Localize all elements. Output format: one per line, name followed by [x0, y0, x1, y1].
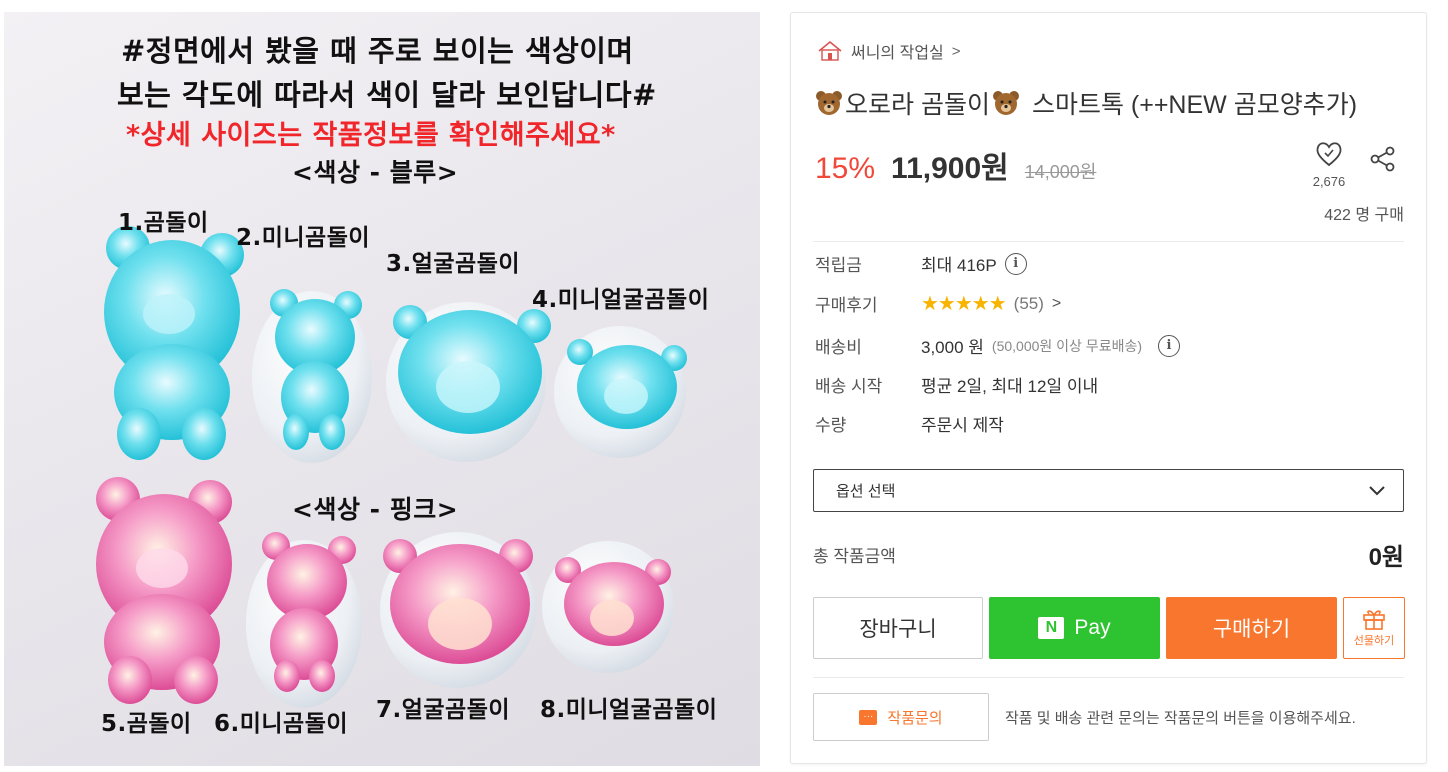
like-count: 2,676	[1312, 174, 1346, 189]
product-page: #정면에서 봤을 때 주로 보이는 색상이며 보는 각도에 따라서 색이 달라 …	[0, 0, 1448, 772]
chevron-down-icon	[1369, 485, 1385, 495]
points-value: 최대 416P	[921, 256, 997, 275]
photo-label-7: 7.얼굴곰돌이	[376, 697, 511, 723]
pink-bear-6	[246, 532, 362, 708]
photo-label-1: 1.곰돌이	[118, 210, 209, 236]
cart-button[interactable]: 장바구니	[813, 597, 983, 659]
product-title: 오로라 곰돌이 스마트톡 (++NEW 곰모양추가)	[815, 85, 1357, 121]
total-label: 총 작품금액	[813, 547, 896, 566]
photo-caption-line1: #정면에서 봤을 때 주로 보이는 색상이며	[121, 34, 634, 68]
review-count: (55)	[1013, 293, 1044, 313]
sale-price: 11,900원	[891, 152, 1009, 185]
option-select[interactable]: 옵션 선택	[813, 469, 1404, 512]
npay-label: Pay	[1074, 616, 1111, 639]
shop-link[interactable]: 써니의 작업실 >	[817, 39, 961, 63]
photo-label-3: 3.얼굴곰돌이	[386, 251, 521, 277]
info-label: 구매후기	[815, 296, 878, 315]
chevron-right-icon: >	[1051, 294, 1062, 312]
bear-face-icon	[816, 91, 842, 115]
info-icon[interactable]: i	[1158, 334, 1180, 357]
photo-caption-line2: 보는 각도에 따라서 색이 달라 보인답니다#	[117, 78, 657, 112]
free-shipping-note: (50,000원 이상 무료배송)	[991, 337, 1142, 354]
naver-n-icon: N	[1038, 617, 1065, 639]
photo-color-pink: <색상 - 핑크>	[292, 495, 459, 524]
price-row: 15% 11,900원 14,000원	[815, 143, 1096, 187]
chevron-right-icon: >	[951, 42, 961, 60]
review-link[interactable]: ★★★★★ (55) >	[921, 291, 1061, 316]
bear-face-icon	[992, 91, 1019, 115]
gift-button[interactable]: 선물하기	[1343, 597, 1405, 659]
inquiry-label: 작품문의	[887, 709, 943, 727]
inquiry-button[interactable]: ··· 작품문의	[813, 693, 989, 741]
original-price: 14,000원	[1024, 162, 1097, 182]
divider	[813, 677, 1404, 678]
total-row: 총 작품금액 0원	[813, 537, 1404, 572]
discount-rate: 15%	[815, 152, 876, 185]
blue-bear-2	[252, 289, 372, 463]
like-button[interactable]: 2,676	[1309, 141, 1349, 189]
shop-name: 써니의 작업실	[851, 45, 944, 62]
photo-label-4: 4.미니얼굴곰돌이	[532, 287, 710, 313]
action-buttons: 장바구니 N Pay 구매하기 선물하기	[813, 597, 1405, 659]
photo-label-8: 8.미니얼굴곰돌이	[540, 697, 718, 723]
product-image[interactable]: #정면에서 봤을 때 주로 보이는 색상이며 보는 각도에 따라서 색이 달라 …	[4, 12, 760, 766]
star-rating-icon: ★★★★★	[921, 293, 1007, 315]
photo-label-5: 5.곰돌이	[101, 711, 192, 737]
photo-label-2: 2.미니곰돌이	[236, 225, 371, 251]
gift-icon	[1363, 610, 1385, 630]
info-value: 최대 416P i	[921, 251, 1027, 276]
blue-bear-3	[386, 302, 551, 462]
house-logo-icon	[818, 40, 842, 61]
npay-button[interactable]: N Pay	[989, 597, 1160, 659]
buy-button[interactable]: 구매하기	[1166, 597, 1337, 659]
info-label: 적립금	[815, 256, 862, 275]
photo-label-6: 6.미니곰돌이	[214, 711, 349, 737]
info-label: 배송비	[815, 338, 862, 357]
inquiry-note: 작품 및 배송 관련 문의는 작품문의 버튼을 이용해주세요.	[1005, 710, 1356, 727]
shipping-fee: 3,000 원	[921, 338, 984, 357]
divider	[813, 241, 1404, 242]
dispatch-value: 평균 2일, 최대 12일 이내	[921, 377, 1099, 396]
option-select-placeholder: 옵션 선택	[836, 483, 896, 500]
quantity-value: 주문시 제작	[921, 416, 1004, 435]
pink-bear-5	[96, 477, 232, 704]
info-icon[interactable]: i	[1004, 252, 1027, 275]
photo-caption-size-note: *상세 사이즈는 작품정보를 확인해주세요*	[126, 120, 616, 151]
info-value: 3,000 원 (50,000원 이상 무료배송) i	[921, 333, 1180, 358]
purchase-count: 422 명 구매	[1324, 207, 1404, 224]
blue-bear-1	[104, 226, 244, 460]
product-info-panel: 써니의 작업실 > 오로라 곰돌이 스마트톡 (++NEW 곰모양추가) 15%…	[790, 12, 1427, 764]
pink-bear-8	[542, 541, 674, 673]
share-button[interactable]	[1369, 145, 1397, 178]
total-value: 0원	[1368, 544, 1404, 571]
info-label: 수량	[815, 416, 847, 435]
heart-icon	[1316, 142, 1342, 167]
share-icon	[1370, 146, 1395, 172]
chat-bubble-icon: ···	[859, 709, 878, 725]
info-label: 배송 시작	[815, 377, 883, 396]
pink-bear-7	[380, 532, 536, 688]
blue-bear-4	[554, 326, 687, 458]
product-title-main: 오로라 곰돌이	[845, 91, 990, 119]
gift-label: 선물하기	[1353, 635, 1395, 647]
photo-color-blue: <색상 - 블루>	[292, 158, 459, 187]
product-title-suffix: 스마트톡 (++NEW 곰모양추가)	[1031, 91, 1358, 119]
